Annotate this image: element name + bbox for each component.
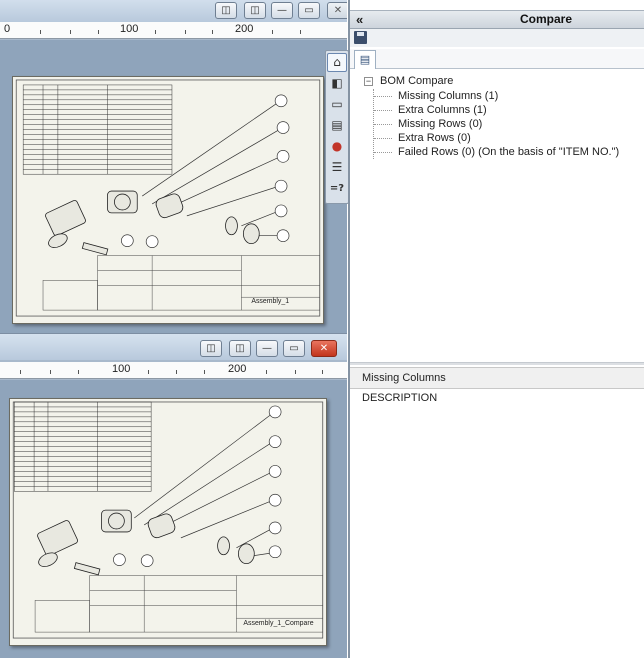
appearance-icon[interactable]: ● — [327, 137, 347, 156]
properties-icon[interactable]: ☰ — [327, 158, 347, 177]
ruler-tick — [176, 370, 177, 374]
ruler-tick — [295, 370, 296, 374]
tree-item-missing-rows[interactable]: Missing Rows (0) — [374, 117, 644, 131]
tree-item-missing-columns[interactable]: Missing Columns (1) — [374, 89, 644, 103]
tile-window-button[interactable]: ◫ — [200, 340, 222, 357]
compare-panel-header: « Compare — [350, 10, 644, 29]
ruler-tick — [78, 370, 79, 374]
ruler-tick — [148, 370, 149, 374]
tree-root-label: BOM Compare — [380, 75, 454, 87]
compare-tabs: ▤ — [350, 49, 644, 69]
home-icon[interactable]: ⌂ — [327, 53, 347, 72]
ruler-tick — [266, 370, 267, 374]
task-pane-icon-strip: ⌂ ◧ ▭ ▤ ● ☰ =? — [325, 50, 349, 204]
ruler-label-200: 200 — [235, 23, 254, 35]
ruler-tick — [98, 30, 99, 34]
details-row[interactable]: DESCRIPTION — [362, 391, 437, 405]
drawing-sheet-compare[interactable]: Assembly_1_Compare — [9, 398, 327, 646]
drawing-sheet-graphic: Assembly_1_Compare — [12, 401, 324, 639]
ruler-label-200: 200 — [228, 363, 247, 375]
ruler-label-0: 0 — [4, 23, 11, 35]
ruler-tick — [272, 30, 273, 34]
collapse-panel-button[interactable]: « — [356, 11, 363, 28]
folder-icon[interactable]: ▭ — [327, 95, 347, 114]
tree-children: Missing Columns (1) Extra Columns (1) Mi… — [373, 89, 644, 159]
drawing-viewport[interactable]: Assembly_1_Compare — [0, 380, 347, 658]
tile-window-button-2[interactable]: ◫ — [244, 2, 266, 19]
tree-collapse-icon[interactable]: − — [364, 77, 373, 86]
ruler-label-100: 100 — [120, 23, 139, 35]
horizontal-ruler: 100 200 — [0, 362, 347, 379]
drawing-window-original: ◫ ◫ — ▭ ✕ 0 100 200 Assembly_1 — [0, 0, 347, 333]
ruler-tick — [155, 30, 156, 34]
ruler-tick — [40, 30, 41, 34]
ruler-tick — [20, 370, 21, 374]
ruler-label-100: 100 — [112, 363, 131, 375]
panel-splitter[interactable] — [350, 362, 644, 365]
window-titlebar[interactable]: ◫ ◫ — ▭ ✕ — [0, 334, 347, 360]
drawing-window-compare: ◫ ◫ — ▭ ✕ 100 200 Assembly_1_Compare — [0, 333, 347, 658]
ruler-tick — [322, 370, 323, 374]
compare-results-tree: − BOM Compare Missing Columns (1) Extra … — [360, 74, 644, 159]
horizontal-ruler: 0 100 200 — [0, 22, 347, 39]
sheet-title: Assembly_1 — [251, 298, 289, 305]
panel-title: Compare — [520, 12, 573, 26]
ruler-tick — [70, 30, 71, 34]
ruler-tick — [50, 370, 51, 374]
drawing-sheet-original[interactable]: Assembly_1 — [12, 76, 324, 324]
window-titlebar[interactable]: ◫ ◫ — ▭ ✕ — [0, 0, 347, 22]
tile-window-button-2[interactable]: ◫ — [229, 340, 251, 357]
maximize-button[interactable]: ▭ — [298, 2, 320, 19]
tree-item-extra-columns[interactable]: Extra Columns (1) — [374, 103, 644, 117]
drawing-viewport[interactable]: Assembly_1 — [0, 40, 347, 333]
custom-properties-icon[interactable]: =? — [327, 179, 347, 198]
ruler-tick — [204, 370, 205, 374]
compare-panel: « Compare ▤ − BOM Compare Missing Column… — [348, 0, 644, 658]
minimize-button[interactable]: — — [256, 340, 278, 357]
bom-compare-tab-icon[interactable]: ▤ — [354, 50, 376, 69]
compare-toolbar — [350, 29, 644, 47]
ruler-tick — [185, 30, 186, 34]
details-header: Missing Columns — [350, 367, 644, 389]
tree-item-failed-rows[interactable]: Failed Rows (0) (On the basis of "ITEM N… — [374, 145, 644, 159]
ruler-tick — [212, 30, 213, 34]
tree-node-bom-compare[interactable]: − BOM Compare — [360, 74, 644, 89]
tile-window-button[interactable]: ◫ — [215, 2, 237, 19]
maximize-button[interactable]: ▭ — [283, 340, 305, 357]
model-icon[interactable]: ◧ — [327, 74, 347, 93]
sheet-title: Assembly_1_Compare — [243, 620, 313, 627]
minimize-button[interactable]: — — [271, 2, 293, 19]
save-icon[interactable] — [354, 31, 367, 44]
close-button[interactable]: ✕ — [311, 340, 337, 357]
ruler-tick — [300, 30, 301, 34]
view-palette-icon[interactable]: ▤ — [327, 116, 347, 135]
drawing-sheet-graphic: Assembly_1 — [15, 79, 321, 317]
tree-item-extra-rows[interactable]: Extra Rows (0) — [374, 131, 644, 145]
close-button[interactable]: ✕ — [327, 2, 347, 19]
